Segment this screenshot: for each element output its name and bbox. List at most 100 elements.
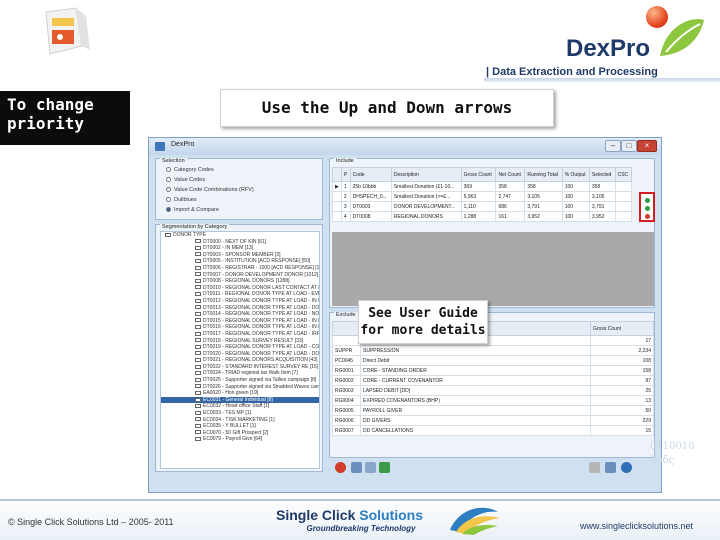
include-col-header[interactable]: Description	[390, 167, 462, 182]
tree-item[interactable]: DT0010 - REGIONAL DONOR LAST CONTACT AT …	[161, 285, 319, 292]
tree-item[interactable]: DT0008 - REGIONAL DONORS [1288]	[161, 278, 319, 285]
checkbox-icon[interactable]	[195, 298, 201, 303]
save-icon[interactable]	[365, 462, 376, 473]
checkbox-icon[interactable]	[195, 338, 201, 343]
remove-icon[interactable]	[645, 214, 650, 219]
checkbox-icon[interactable]	[195, 265, 201, 270]
checkbox-icon[interactable]	[195, 377, 201, 382]
radio-button[interactable]	[166, 167, 171, 173]
checkbox-icon[interactable]	[195, 364, 201, 369]
checkbox-icon[interactable]	[195, 252, 201, 257]
checkbox-icon[interactable]	[165, 232, 171, 237]
tree-item[interactable]: DT0022 - STANDARD INTEREST SURVEY RE [15…	[161, 364, 319, 371]
checkbox-icon[interactable]	[195, 423, 201, 428]
tree-item[interactable]: DT0000 - NEXT OF KIN [61]	[161, 239, 319, 246]
checkbox-icon[interactable]	[195, 245, 201, 250]
clipboard-icon[interactable]	[589, 462, 600, 473]
minimize-button[interactable]: –	[605, 140, 621, 152]
checkbox-icon[interactable]	[195, 390, 201, 395]
folder-icon[interactable]	[351, 462, 362, 473]
exclude-row[interactable]: SUPPR SUPPRESSION 2,234	[332, 345, 654, 356]
stop-icon[interactable]	[335, 462, 346, 473]
include-col-header[interactable]: Selected	[588, 167, 616, 182]
checkbox-icon[interactable]	[195, 292, 201, 297]
tree-item[interactable]: DT0025 - Supporter signed via Tallies ca…	[161, 377, 319, 384]
tree-item[interactable]: DT0024 - TRIAD regional tax Walk Item [7…	[161, 370, 319, 377]
checkbox-icon[interactable]	[195, 239, 201, 244]
include-row[interactable]: 3 DT0003 DONOR DEVELOPMENT... 1,110 686 3,791…	[332, 201, 633, 212]
tree-item[interactable]: DT0015 - REGIONAL DONOR TYPE AT LOAD - I…	[161, 318, 319, 325]
include-col-header[interactable]: Code	[349, 167, 392, 182]
tree-item[interactable]: DT0016 - REGIONAL DONOR TYPE AT LOAD - I…	[161, 324, 319, 331]
maximize-button[interactable]: □	[621, 140, 637, 152]
tree-item[interactable]: DT0021 - REGIONAL DONORS ACQUISITION [43…	[161, 357, 319, 364]
exclude-row[interactable]: RG0004 EXPIRED COVENANTORS (BHP) 13	[332, 395, 654, 406]
tree-item[interactable]: DT0019 - REGIONAL DONOR TYPE AT LOAD - C…	[161, 344, 319, 351]
exclude-row[interactable]: RG0006 DD GIVERS 229	[332, 415, 654, 426]
exclude-row[interactable]: RG0007 DD CANCELLATIONS 15	[332, 425, 654, 436]
tree-item[interactable]: DT0006 - REGISTRAR - 1000 [ACD RESPONSE]…	[161, 265, 319, 272]
radio-button[interactable]	[166, 197, 171, 203]
tree-item[interactable]: DT0018 - REGIONAL SURVEY RESULT [33]	[161, 338, 319, 345]
checkbox-icon[interactable]	[195, 324, 201, 329]
export-icon[interactable]	[605, 462, 616, 473]
tree-item[interactable]: DT0020 - REGIONAL DONOR TYPE AT LOAD - D…	[161, 351, 319, 358]
exclude-row[interactable]: RG0002 CORE - CURRENT COVENANTOR 97	[332, 375, 654, 386]
exclude-row[interactable]: PC0045 Direct Debit 108	[332, 355, 654, 366]
include-col-header[interactable]: % Output	[561, 167, 590, 182]
checkbox-icon[interactable]	[195, 351, 201, 356]
checkbox-icon[interactable]	[195, 272, 201, 277]
info-icon[interactable]	[621, 462, 632, 473]
radio-duliblues[interactable]: Duliblues	[166, 197, 197, 203]
radio-category-codes[interactable]: Category Codes	[166, 167, 214, 173]
tree-root-node[interactable]: DONOR TYPE	[161, 232, 319, 239]
tree-item[interactable]: DT0013 - REGIONAL DONOR TYPE AT LOAD - D…	[161, 305, 319, 312]
tree-item[interactable]: DT0003 - SPONSOR MEMBER [3]	[161, 252, 319, 259]
category-tree[interactable]: DONOR TYPE DT0000 - NEXT OF KIN [61] DT00…	[160, 231, 320, 469]
priority-arrows-control[interactable]	[639, 192, 655, 222]
tree-item[interactable]: DT0014 - REGIONAL DONOR TYPE AT LOAD - N…	[161, 311, 319, 318]
tree-item[interactable]: DT0011 - REGIONAL DONOR TYPE AT LOAD - E…	[161, 291, 319, 298]
tree-item[interactable]: DT0012 - REGIONAL DONOR TYPE AT LOAD - I…	[161, 298, 319, 305]
radio-button[interactable]	[166, 177, 171, 183]
include-grid[interactable]: P Code Description Gross Count Net Count Runn…	[332, 167, 633, 222]
up-arrow-icon[interactable]	[645, 198, 650, 203]
checkbox-icon[interactable]	[195, 404, 201, 409]
checkbox-icon[interactable]	[195, 371, 201, 376]
checkbox-icon[interactable]	[195, 384, 201, 389]
include-col-header[interactable]: CSC	[614, 167, 633, 182]
tree-item[interactable]: EC0070 - 50 Gift Prospect [2]	[161, 430, 319, 437]
radio-value-codes[interactable]: Value Codes	[166, 177, 205, 183]
checkbox-icon[interactable]	[195, 344, 201, 349]
radio-button[interactable]	[166, 187, 171, 193]
include-col-header[interactable]: Gross Count	[460, 167, 497, 182]
tree-item[interactable]: DT0026 - Supporter signed via Stradded W…	[161, 384, 319, 391]
include-row[interactable]: 2 DHSPECH_0... Smallest Donation (>=£... 5,…	[332, 191, 633, 202]
include-col-header[interactable]: Net Count	[495, 167, 526, 182]
checkbox-icon[interactable]	[195, 410, 201, 415]
exclude-row[interactable]: RG0005 PAYROLL GIVER 50	[332, 405, 654, 416]
tree-item[interactable]: EC0079 - Payroll Givn [64]	[161, 436, 319, 443]
checkbox-icon[interactable]	[195, 305, 201, 310]
checkbox-icon[interactable]	[195, 285, 201, 290]
radio-import-compare[interactable]: Import & Compare	[166, 207, 219, 213]
close-button[interactable]: ×	[637, 140, 657, 152]
checkbox-icon[interactable]	[195, 357, 201, 362]
checkbox-icon[interactable]	[195, 278, 201, 283]
include-row[interactable]: ▶ 1 25b 10bbb Smallest Donation (£1-10... 36…	[332, 181, 633, 192]
tree-item[interactable]: EC0031 - General Individual [8]	[161, 396, 319, 404]
tree-item[interactable]: EC0035 - Y BULLET [1]	[161, 423, 319, 430]
include-col-header[interactable]: P	[340, 167, 351, 182]
checkbox-icon[interactable]	[195, 318, 201, 323]
down-arrow-icon[interactable]	[645, 206, 650, 211]
checkbox-icon[interactable]	[195, 430, 201, 435]
tree-item[interactable]: EC0032 - Head office Staff [1]	[161, 403, 319, 410]
exclude-row[interactable]: RG0003 LAPSED DEBIT [DD] 25	[332, 385, 654, 396]
checkbox-icon[interactable]	[195, 397, 201, 402]
tree-item[interactable]: DT0002 - IN MEM [13]	[161, 245, 319, 252]
exclude-row[interactable]: RG0001 CORE - STANDING ORDER 158	[332, 365, 654, 376]
tree-item[interactable]: EA0020 - Hon green [19]	[161, 390, 319, 397]
tree-item[interactable]: EC0033 - TES MP [1]	[161, 410, 319, 417]
include-row[interactable]: 4 DT0008 REGIONAL DONORS 1,288 161 3,952 100 3,…	[332, 211, 633, 222]
checkbox-icon[interactable]	[195, 311, 201, 316]
